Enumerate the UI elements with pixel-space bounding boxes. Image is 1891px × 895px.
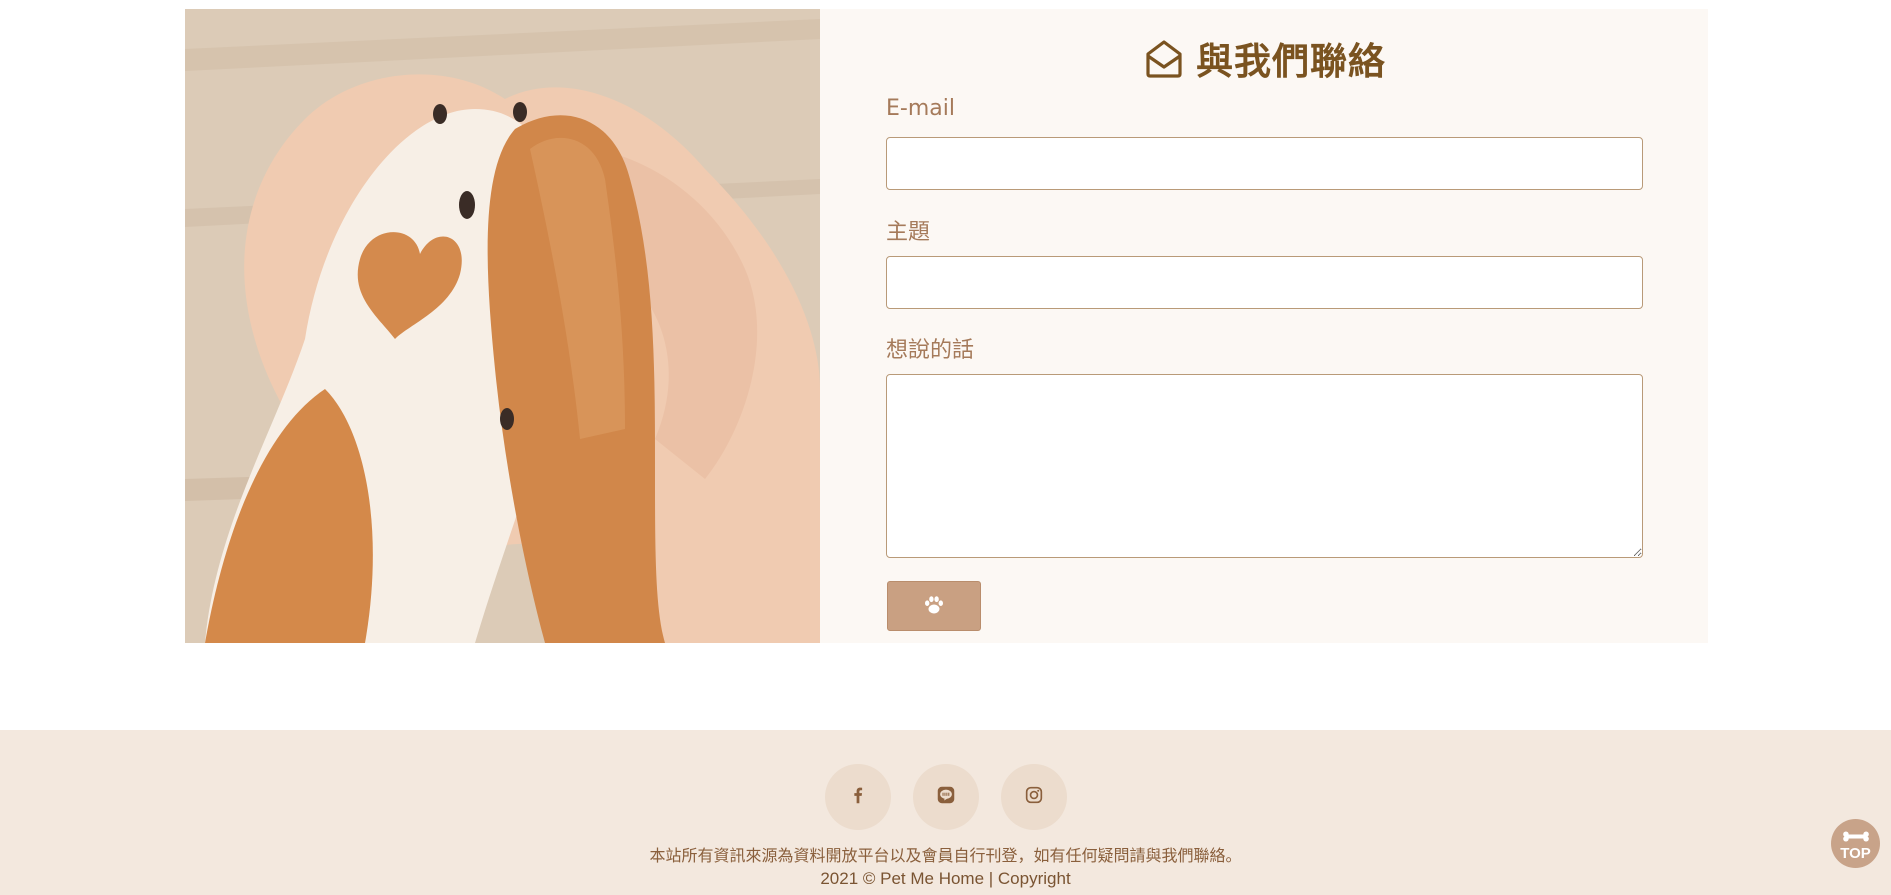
- paw-icon: [922, 593, 946, 620]
- instagram-icon: [1023, 784, 1045, 810]
- bone-icon: [1842, 827, 1870, 846]
- message-textarea[interactable]: [886, 374, 1643, 558]
- contact-form: 與我們聯絡 E-mail 主題 想說的話: [820, 9, 1708, 643]
- submit-button[interactable]: [887, 581, 981, 631]
- contact-section: 與我們聯絡 E-mail 主題 想說的話: [185, 9, 1708, 643]
- contact-title-text: 與我們聯絡: [1196, 40, 1386, 83]
- email-field[interactable]: [886, 137, 1643, 190]
- scroll-top-label: TOP: [1840, 844, 1871, 862]
- envelope-open-icon: [1142, 36, 1186, 80]
- social-links: [0, 764, 1891, 830]
- facebook-icon: [847, 784, 869, 810]
- footer-disclaimer: 本站所有資訊來源為資料開放平台以及會員自行刊登，如有任何疑問請與我們聯絡。: [649, 846, 1242, 865]
- facebook-link[interactable]: [824, 764, 891, 830]
- contact-title: 與我們聯絡: [820, 31, 1708, 85]
- site-footer: 本站所有資訊來源為資料開放平台以及會員自行刊登，如有任何疑問請與我們聯絡。 20…: [0, 730, 1891, 895]
- line-icon: [935, 784, 957, 810]
- subject-field[interactable]: [886, 256, 1643, 309]
- dog-paws-in-hands-image: [185, 9, 820, 643]
- instagram-link[interactable]: [1000, 764, 1067, 830]
- scroll-top-button[interactable]: TOP: [1831, 819, 1880, 868]
- email-label: E-mail: [886, 96, 955, 121]
- contact-photo: [185, 9, 820, 643]
- subject-label: 主題: [886, 220, 931, 245]
- line-link[interactable]: [912, 764, 979, 830]
- footer-copyright: 2021 © Pet Me Home | Copyright: [820, 869, 1071, 888]
- message-label: 想說的話: [886, 338, 975, 363]
